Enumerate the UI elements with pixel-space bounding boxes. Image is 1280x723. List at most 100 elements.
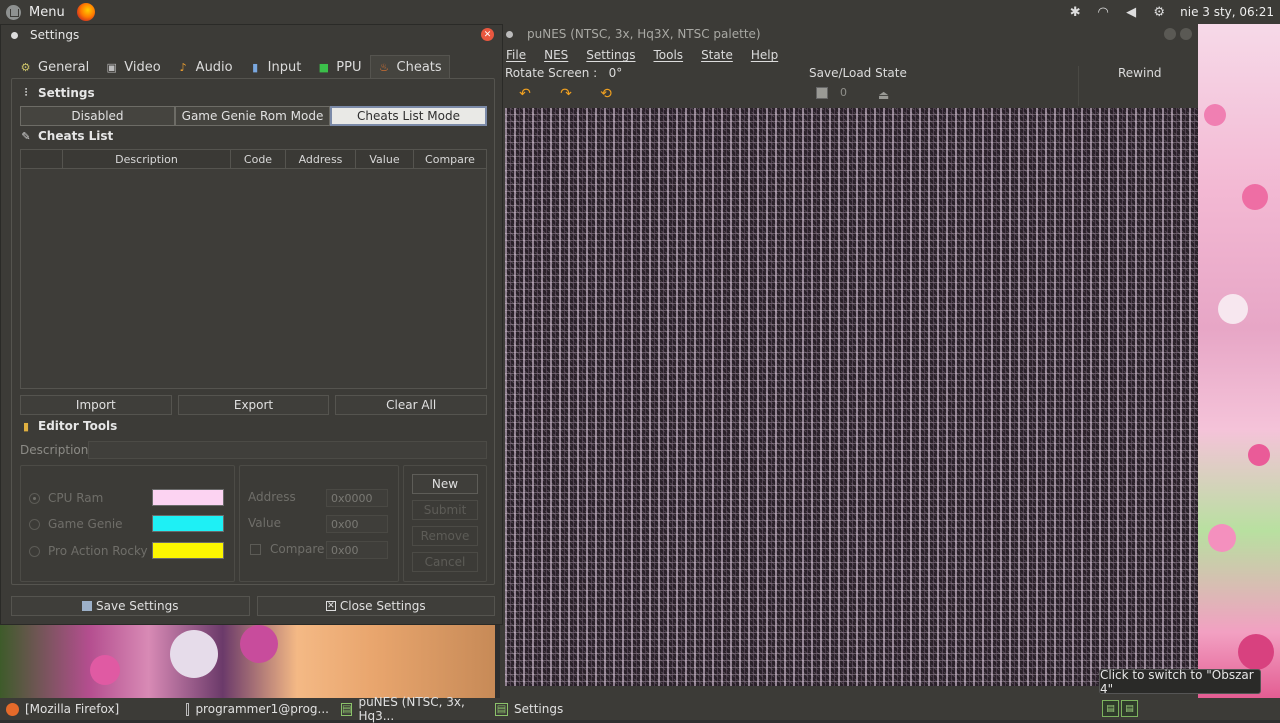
wifi-icon[interactable]: ◠: [1096, 5, 1110, 20]
window-menu-icon[interactable]: [506, 30, 513, 38]
menu-button[interactable]: Menu: [0, 0, 71, 24]
minimize-icon[interactable]: [1164, 28, 1176, 40]
cheat-type-group: CPU Ram Game Genie Pro Action Rocky: [20, 465, 235, 582]
close-icon[interactable]: ✕: [481, 28, 494, 41]
column-header-compare[interactable]: Compare: [414, 150, 486, 168]
compare-spinbox[interactable]: 0x00: [326, 541, 388, 559]
task-punes[interactable]: ▤ puNES (NTSC, 3x, Hq3...: [335, 695, 489, 723]
cheats-list-heading: ✎ Cheats List: [20, 129, 113, 143]
tab-cheats[interactable]: ♨ Cheats: [369, 55, 450, 79]
menu-tools[interactable]: Tools: [654, 48, 684, 62]
new-button[interactable]: New: [412, 474, 478, 494]
close-settings-button[interactable]: ✕ Close Settings: [256, 596, 495, 616]
task-firefox[interactable]: [Mozilla Firefox]: [0, 698, 180, 720]
rotate-left-icon[interactable]: ↶: [515, 86, 535, 102]
general-icon: ⚙: [20, 60, 31, 74]
tab-label: Input: [267, 59, 302, 75]
submit-button[interactable]: Submit: [412, 500, 478, 520]
punes-titlebar[interactable]: puNES (NTSC, 3x, Hq3X, NTSC palette): [500, 24, 1198, 44]
workspace-icon[interactable]: ▤: [1121, 700, 1138, 717]
task-label: Settings: [514, 702, 564, 716]
type-label: Game Genie: [48, 517, 123, 531]
import-button[interactable]: Import: [20, 395, 172, 415]
task-terminal[interactable]: programmer1@prog...: [180, 698, 335, 720]
settings-titlebar[interactable]: Settings: [1, 25, 502, 45]
menu-settings[interactable]: Settings: [586, 48, 635, 62]
settings-tabs: ⚙ General ▣ Video ♪ Audio ▮ Input ■ PPU ♨ Chea…: [11, 55, 450, 79]
rotate-label-text: Rotate Screen :: [505, 66, 598, 80]
menu-file[interactable]: File: [506, 48, 526, 62]
mode-disabled-button[interactable]: Disabled: [20, 106, 175, 126]
export-button[interactable]: Export: [177, 395, 330, 415]
clear-all-button[interactable]: Clear All: [335, 395, 488, 415]
sliders-icon: ⫶: [24, 86, 28, 99]
firefox-launcher-icon[interactable]: [76, 3, 95, 21]
type-label: CPU Ram: [48, 491, 104, 505]
menu-state[interactable]: State: [701, 48, 733, 62]
description-input[interactable]: [88, 441, 487, 459]
remove-button[interactable]: Remove: [412, 526, 478, 546]
value-spinbox[interactable]: 0x00: [326, 515, 388, 533]
tab-label: Cheats: [396, 60, 442, 75]
state-slot-spinbox[interactable]: 0: [836, 86, 862, 102]
cheats-tab-panel: ⫶ Settings Disabled Game Genie Rom Mode C…: [11, 78, 495, 585]
column-header-address[interactable]: Address: [286, 150, 356, 168]
tab-audio[interactable]: ♪ Audio: [169, 55, 241, 79]
punes-window: puNES (NTSC, 3x, Hq3X, NTSC palette) Fil…: [500, 24, 1198, 700]
radio-cpu-ram[interactable]: [29, 492, 40, 504]
radio-game-genie[interactable]: [29, 518, 40, 530]
cancel-button[interactable]: Cancel: [412, 552, 478, 572]
type-cpu-ram-option[interactable]: CPU Ram: [29, 490, 103, 506]
bottom-taskbar: [Mozilla Firefox] programmer1@prog... ▤ p…: [0, 695, 1280, 723]
gear-icon[interactable]: ⚙: [1152, 5, 1166, 20]
menu-help[interactable]: Help: [751, 48, 778, 62]
volume-icon[interactable]: ◀: [1124, 5, 1138, 20]
emulator-screen[interactable]: [505, 108, 1198, 686]
punes-icon: ▤: [341, 702, 353, 716]
pro-action-rocky-color-swatch: [152, 542, 224, 559]
close-icon[interactable]: [1180, 28, 1192, 40]
terminal-icon: [186, 702, 190, 716]
rotate-reset-icon[interactable]: ⟲: [596, 86, 616, 102]
save-settings-button[interactable]: Save Settings: [11, 596, 250, 616]
editor-tools-heading: ▮ Editor Tools: [20, 419, 117, 433]
address-spinbox[interactable]: 0x0000: [326, 489, 388, 507]
cheat-fields-group: Address 0x0000 Value 0x00 Compare 0x00: [239, 465, 399, 582]
tab-input[interactable]: ▮ Input: [241, 55, 310, 79]
compare-checkbox[interactable]: [250, 544, 261, 555]
cheats-table[interactable]: Description Code Address Value Compare: [20, 149, 487, 389]
close-box-icon: ✕: [325, 601, 336, 611]
load-state-icon[interactable]: ⏏: [878, 88, 889, 102]
tab-video[interactable]: ▣ Video: [97, 55, 168, 79]
type-game-genie-option[interactable]: Game Genie: [29, 516, 123, 532]
punes-title: puNES (NTSC, 3x, Hq3X, NTSC palette): [527, 27, 761, 41]
task-settings[interactable]: ▤ Settings: [489, 698, 609, 720]
column-header-check[interactable]: [21, 150, 63, 168]
button-label: Save Settings: [96, 599, 179, 613]
tab-label: General: [38, 59, 90, 75]
input-icon: ▮: [252, 60, 259, 74]
type-pro-action-rocky-option[interactable]: Pro Action Rocky: [29, 543, 148, 559]
save-state-icon[interactable]: [816, 87, 828, 99]
workspace-icon[interactable]: ▤: [1102, 700, 1119, 717]
desktop-wallpaper-right: [1198, 24, 1280, 700]
description-row: Description: [20, 441, 487, 459]
column-header-value[interactable]: Value: [356, 150, 414, 168]
bluetooth-icon[interactable]: ✱: [1068, 5, 1082, 20]
column-header-code[interactable]: Code: [231, 150, 286, 168]
clock[interactable]: nie 3 sty, 06:21: [1180, 5, 1274, 19]
settings-title: Settings: [30, 28, 80, 42]
mode-game-genie-rom-button[interactable]: Game Genie Rom Mode: [175, 106, 330, 126]
radio-pro-action-rocky[interactable]: [29, 545, 40, 557]
button-label: Close Settings: [339, 599, 426, 613]
window-menu-icon[interactable]: [11, 31, 18, 39]
punes-window-controls: [1164, 28, 1192, 40]
column-header-description[interactable]: Description: [63, 150, 231, 168]
punes-menubar: File NES Settings Tools State Help: [500, 44, 1198, 66]
mode-cheats-list-button[interactable]: Cheats List Mode: [330, 106, 487, 126]
tab-ppu[interactable]: ■ PPU: [309, 55, 369, 79]
menu-nes[interactable]: NES: [544, 48, 568, 62]
rotate-right-icon[interactable]: ↷: [556, 86, 576, 102]
type-label: Pro Action Rocky: [48, 544, 148, 558]
tab-general[interactable]: ⚙ General: [11, 55, 97, 79]
